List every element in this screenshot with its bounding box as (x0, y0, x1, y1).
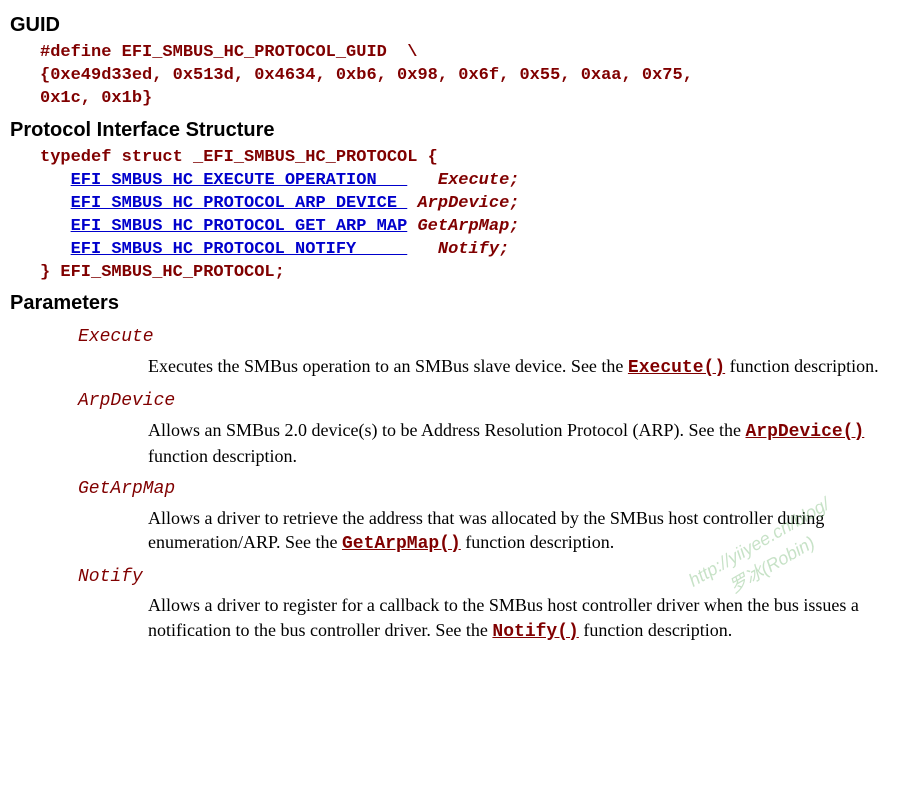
param-name-notify: Notify (78, 566, 880, 589)
param-desc-arpdevice: Allows an SMBus 2.0 device(s) to be Addr… (148, 418, 880, 469)
link-arp-device[interactable]: EFI_SMBUS_HC_PROTOCOL_ARP_DEVICE (71, 194, 408, 213)
pad1 (407, 171, 438, 190)
member-execute: Execute; (438, 171, 520, 190)
pad3 (407, 217, 417, 236)
code-block-protocol: typedef struct _EFI_SMBUS_HC_PROTOCOL { … (40, 147, 880, 285)
param-desc-notify: Allows a driver to register for a callba… (148, 593, 880, 644)
param-name-arpdevice: ArpDevice (78, 390, 880, 413)
link-notify[interactable]: EFI_SMBUS_HC_PROTOCOL_NOTIFY (71, 240, 408, 259)
link-execute-operation[interactable]: EFI_SMBUS_HC_EXECUTE_OPERATION (71, 171, 408, 190)
protocol-close: } EFI_SMBUS_HC_PROTOCOL; (40, 263, 285, 282)
code-block-guid: #define EFI_SMBUS_HC_PROTOCOL_GUID \ {0x… (40, 42, 880, 111)
param-notify-post: function description. (579, 620, 732, 640)
member-arpdevice: ArpDevice; (417, 194, 519, 213)
param-name-execute: Execute (78, 326, 880, 349)
link-execute-func[interactable]: Execute() (628, 358, 725, 378)
param-execute-pre: Executes the SMBus operation to an SMBus… (148, 356, 628, 376)
param-desc-execute: Executes the SMBus operation to an SMBus… (148, 354, 880, 380)
section-heading-parameters: Parameters (10, 290, 880, 316)
param-name-getarpmap: GetArpMap (78, 478, 880, 501)
guid-line2: {0xe49d33ed, 0x513d, 0x4634, 0xb6, 0x98,… (40, 66, 693, 85)
pad2 (407, 194, 417, 213)
guid-line1: #define EFI_SMBUS_HC_PROTOCOL_GUID \ (40, 43, 417, 62)
protocol-open: typedef struct _EFI_SMBUS_HC_PROTOCOL { (40, 148, 438, 167)
link-arpdevice-func[interactable]: ArpDevice() (745, 422, 864, 442)
member-getarpmap: GetArpMap; (417, 217, 519, 236)
param-arpdevice-post: function description. (148, 446, 297, 466)
parameters-list: Execute Executes the SMBus operation to … (78, 326, 880, 644)
param-getarpmap-post: function description. (461, 532, 614, 552)
section-heading-protocol: Protocol Interface Structure (10, 117, 880, 143)
link-notify-func[interactable]: Notify() (492, 622, 578, 642)
guid-line3: 0x1c, 0x1b} (40, 89, 152, 108)
param-arpdevice-pre: Allows an SMBus 2.0 device(s) to be Addr… (148, 420, 745, 440)
member-notify: Notify; (438, 240, 509, 259)
pad4 (407, 240, 438, 259)
param-execute-post: function description. (725, 356, 878, 376)
param-desc-getarpmap: Allows a driver to retrieve the address … (148, 506, 880, 557)
link-get-arp-map[interactable]: EFI_SMBUS_HC_PROTOCOL_GET_ARP_MAP (71, 217, 408, 236)
section-heading-guid: GUID (10, 12, 880, 38)
link-getarpmap-func[interactable]: GetArpMap() (342, 534, 461, 554)
